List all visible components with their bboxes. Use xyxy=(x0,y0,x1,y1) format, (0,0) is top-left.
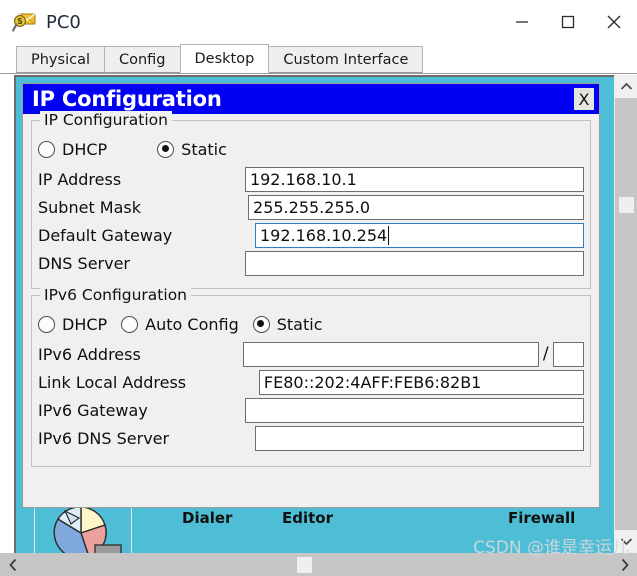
maximize-icon[interactable] xyxy=(545,0,591,44)
window-controls xyxy=(499,0,637,44)
tab-label: Desktop xyxy=(194,50,255,67)
ipv6-address-input[interactable] xyxy=(242,341,539,367)
field-label: DNS Server xyxy=(38,253,130,273)
radio-label: Static xyxy=(181,139,227,159)
field-label: IPv6 Address xyxy=(38,344,141,364)
ip-configuration-dialog: IP Configuration X IP Configuration DHCP xyxy=(22,83,600,508)
radio-indicator xyxy=(38,315,55,333)
horizontal-scrollbar[interactable] xyxy=(0,553,637,576)
radio-ipv4-dhcp[interactable]: DHCP xyxy=(38,140,107,159)
radio-label: DHCP xyxy=(62,139,108,159)
desktop-icon-label-firewall[interactable]: Firewall xyxy=(508,509,575,527)
ipv6-dns-server-input[interactable] xyxy=(254,425,584,451)
text-caret xyxy=(388,225,390,245)
ipv6-group: IPv6 Configuration DHCP Auto Config Stat… xyxy=(31,286,591,467)
tab-bar: Physical Config Desktop Custom Interface xyxy=(0,44,637,74)
ipv6-prefix-separator: / xyxy=(542,343,549,364)
tab-config[interactable]: Config xyxy=(103,46,181,73)
dialog-close-label: X xyxy=(578,89,590,109)
radio-indicator xyxy=(38,140,55,158)
field-label: Link Local Address xyxy=(38,372,187,392)
application-window: S PC0 Physical Config Desktop Custom Int… xyxy=(0,0,637,576)
tab-label: Config xyxy=(118,51,166,68)
window-titlebar: S PC0 xyxy=(0,0,637,44)
field-row-subnet-mask: Subnet Mask 255.255.255.0 xyxy=(38,193,584,221)
radio-label: DHCP xyxy=(62,314,108,334)
chevron-right-icon[interactable] xyxy=(611,553,637,576)
ipv4-mode-radios: DHCP Static xyxy=(38,135,584,163)
chevron-down-icon[interactable] xyxy=(615,530,637,553)
radio-label: Static xyxy=(276,314,323,334)
ipv6-prefix-length-input[interactable] xyxy=(552,341,584,367)
tab-physical[interactable]: Physical xyxy=(16,46,105,73)
radio-indicator xyxy=(252,315,270,333)
ipv6-mode-radios: DHCP Auto Config Static xyxy=(38,310,584,338)
radio-indicator xyxy=(121,315,139,333)
radio-label: Auto Config xyxy=(145,314,239,334)
dialog-close-button[interactable]: X xyxy=(573,87,595,111)
radio-ipv4-static[interactable]: Static xyxy=(157,140,227,159)
field-row-link-local-address: Link Local Address FE80::202:4AFF:FEB6:8… xyxy=(38,368,584,396)
field-row-default-gateway: Default Gateway 192.168.10.254 xyxy=(38,221,584,249)
radio-ipv6-static[interactable]: Static xyxy=(252,314,323,334)
dialog-titlebar: IP Configuration X xyxy=(23,84,599,114)
ipv6-gateway-input[interactable] xyxy=(244,397,584,423)
radio-ipv6-auto-config[interactable]: Auto Config xyxy=(121,315,239,334)
tab-desktop[interactable]: Desktop xyxy=(179,44,270,73)
desktop-icon-label-dialer[interactable]: Dialer xyxy=(182,509,232,527)
desktop-icon-label-editor[interactable]: Editor xyxy=(282,509,333,527)
desktop-canvas: Dialer Editor Firewall IP Configuration xyxy=(14,75,621,576)
ip-address-input[interactable]: 192.168.10.1 xyxy=(244,166,584,192)
window-title: PC0 xyxy=(46,11,81,33)
chevron-up-icon[interactable] xyxy=(615,75,637,98)
radio-indicator xyxy=(157,140,175,158)
field-label: IP Address xyxy=(38,169,122,189)
field-row-ipv6-address: IPv6 Address / xyxy=(38,340,584,368)
field-row-ipv6-dns-server: IPv6 DNS Server xyxy=(38,424,584,452)
field-label: IPv6 Gateway xyxy=(38,400,148,420)
dialog-body: IP Configuration DHCP Static IP Address … xyxy=(23,111,599,467)
ipv4-group: IP Configuration DHCP Static IP Address … xyxy=(31,111,591,289)
packet-tracer-inspect-icon: S xyxy=(12,10,38,34)
tab-label: Physical xyxy=(31,51,90,68)
field-label: Subnet Mask xyxy=(38,197,142,217)
field-value: 192.168.10.254 xyxy=(259,225,388,245)
tab-custom-interface[interactable]: Custom Interface xyxy=(268,46,424,73)
minimize-icon[interactable] xyxy=(499,0,545,44)
field-row-ipv6-gateway: IPv6 Gateway xyxy=(38,396,584,424)
field-value: FE80::202:4AFF:FEB6:82B1 xyxy=(263,372,482,392)
horizontal-scrollbar-thumb[interactable] xyxy=(297,557,312,573)
field-value: 192.168.10.1 xyxy=(249,169,357,189)
dns-server-input[interactable] xyxy=(244,250,584,276)
field-label: Default Gateway xyxy=(38,225,173,245)
subnet-mask-input[interactable]: 255.255.255.0 xyxy=(248,194,584,220)
ipv6-group-legend: IPv6 Configuration xyxy=(40,286,191,304)
svg-text:S: S xyxy=(17,17,22,26)
chevron-left-icon[interactable] xyxy=(0,553,26,576)
ipv4-group-legend: IP Configuration xyxy=(40,111,172,129)
field-label: IPv6 DNS Server xyxy=(38,428,170,448)
vertical-scrollbar[interactable] xyxy=(614,75,637,553)
close-icon[interactable] xyxy=(591,0,637,44)
field-value: 255.255.255.0 xyxy=(253,197,371,217)
field-row-dns-server: DNS Server xyxy=(38,249,584,277)
link-local-address-input[interactable]: FE80::202:4AFF:FEB6:82B1 xyxy=(258,369,584,395)
dialog-title: IP Configuration xyxy=(32,87,222,111)
traffic-generator-pie-icon[interactable] xyxy=(34,502,132,560)
tab-label: Custom Interface xyxy=(283,51,409,68)
default-gateway-input[interactable]: 192.168.10.254 xyxy=(254,222,584,248)
vertical-scrollbar-thumb[interactable] xyxy=(619,197,634,213)
field-row-ip-address: IP Address 192.168.10.1 xyxy=(38,165,584,193)
radio-ipv6-dhcp[interactable]: DHCP xyxy=(38,315,107,334)
